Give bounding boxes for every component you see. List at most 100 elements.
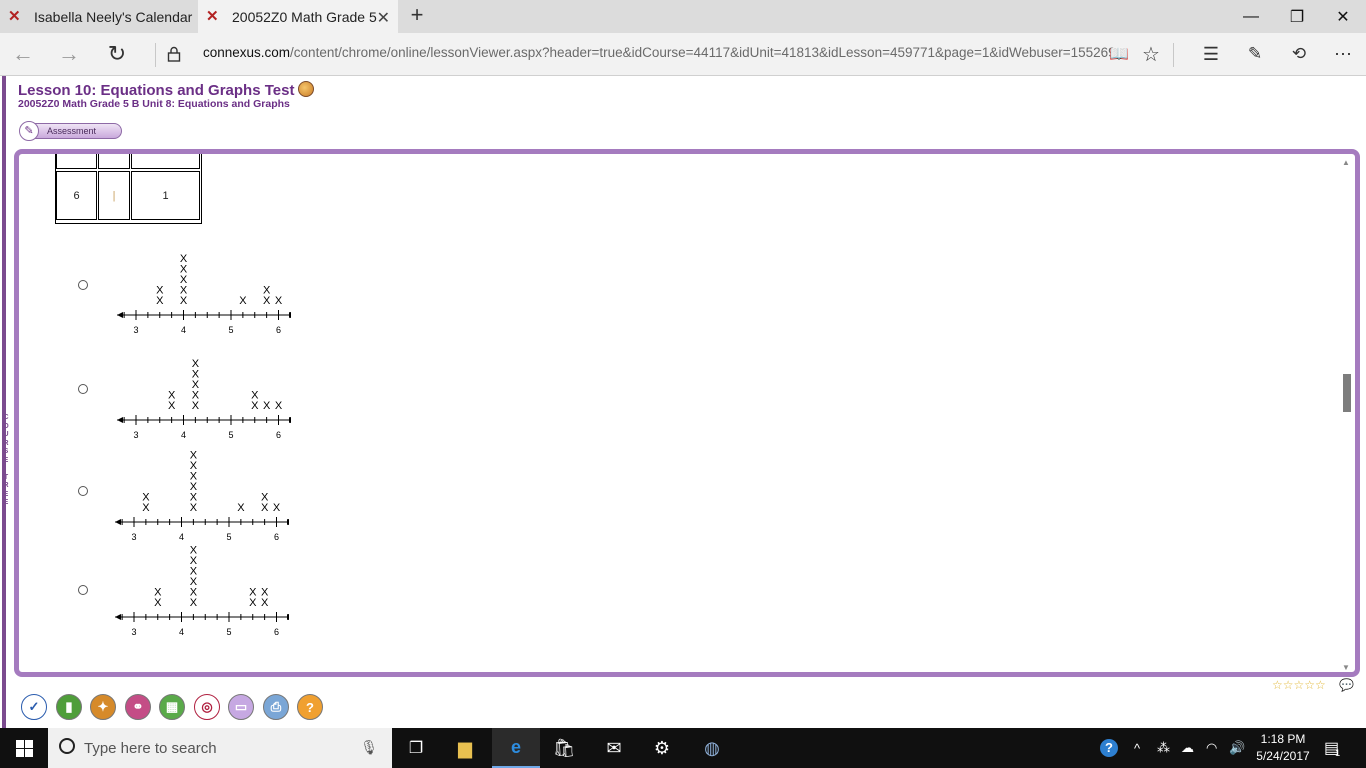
microphone-icon[interactable]: 🎙 [360, 739, 378, 756]
start-icon[interactable] [0, 728, 48, 768]
course-tree-letter: E [3, 490, 9, 498]
divider [1173, 43, 1174, 67]
file-explorer-icon[interactable]: ▆ [441, 728, 489, 768]
x-mark: X [180, 264, 188, 276]
back-icon[interactable]: ← [7, 39, 39, 69]
x-mark: X [156, 285, 164, 297]
x-mark: X [275, 400, 283, 412]
course-tree-letter: T [3, 473, 9, 481]
taskbar-search[interactable]: Type here to search 🎙 [48, 728, 392, 768]
option-d-radio[interactable] [78, 585, 88, 595]
scrollbar-thumb[interactable] [1343, 374, 1351, 412]
x-mark: X [263, 400, 271, 412]
rating-stars[interactable]: ☆☆☆☆☆ [1272, 678, 1326, 692]
tab-calendar[interactable]: ✕ Isabella Neely's Calendar [0, 0, 198, 33]
comment-icon[interactable]: 💬 [1339, 678, 1354, 692]
share-icon[interactable]: ⟲ [1283, 39, 1315, 69]
printer-icon[interactable]: ⎙ [263, 694, 289, 720]
onedrive-icon[interactable]: ☁ [1181, 728, 1194, 768]
x-mark: X [261, 502, 269, 514]
table-cell: | [98, 171, 130, 220]
address-bar: ← → ↻ connexus.com/content/chrome/online… [0, 33, 1366, 76]
task-view-icon[interactable]: ❐ [392, 728, 440, 768]
lock-icon[interactable] [158, 39, 190, 69]
tick-label: 6 [274, 627, 279, 637]
scroll-down-icon[interactable]: ▼ [1342, 663, 1350, 672]
course-tree-strip[interactable]: COURSE TREE [0, 76, 12, 728]
new-tab-icon[interactable]: + [405, 4, 429, 28]
edge-icon[interactable]: e [492, 728, 540, 768]
x-mark: X [192, 369, 200, 381]
store-icon[interactable]: 🛍 [540, 728, 588, 768]
x-mark: X [261, 597, 269, 609]
x-mark: X [273, 502, 281, 514]
x-mark: X [180, 295, 188, 307]
settings-gear-icon[interactable]: ⚙ [638, 728, 686, 768]
reading-view-icon[interactable]: 📖 [1103, 39, 1135, 69]
tick-label: 3 [131, 627, 136, 637]
assessment-label: Assessment [47, 126, 97, 136]
clock-time: 1:18 PM [1260, 732, 1306, 746]
web-note-icon[interactable]: ✎ [1239, 39, 1271, 69]
x-mark: X [190, 450, 198, 462]
window-icon[interactable]: ▭ [228, 694, 254, 720]
chevron-up-icon[interactable]: ^ [1134, 728, 1140, 768]
x-mark: X [190, 545, 198, 557]
action-center-icon[interactable]: ▤ 1 [1324, 728, 1340, 768]
scrollbar[interactable]: ▲ ▼ [1341, 158, 1351, 672]
minimize-icon[interactable]: — [1228, 0, 1274, 33]
tab-math-grade-5[interactable]: ✕ 20052Z0 Math Grade 5 ✕ [198, 0, 398, 33]
tick-label: 6 [274, 532, 279, 542]
close-window-icon[interactable]: ✕ [1320, 0, 1366, 33]
favorite-star-icon[interactable]: ☆ [1135, 39, 1167, 69]
wifi-icon[interactable]: ◠ [1206, 728, 1217, 768]
question-area: 6 | 1 3456XXXXXXXXXXX 3456XXXXXXXXXXX 34… [19, 154, 1355, 672]
option-b-radio[interactable] [78, 384, 88, 394]
url-field[interactable]: connexus.com/content/chrome/online/lesso… [203, 45, 1116, 60]
table-cell [56, 154, 97, 169]
option-a-radio[interactable] [78, 280, 88, 290]
option-d-line-plot: 3 4 5 6XXXXXXXXXXXX [115, 545, 289, 637]
divider [155, 43, 156, 67]
tick-label: 3 [133, 430, 138, 440]
restore-icon[interactable]: ❐ [1274, 0, 1320, 33]
close-tab-icon[interactable]: ✕ [377, 8, 390, 28]
x-mark: X [168, 400, 176, 412]
target-icon[interactable]: ◎ [194, 694, 220, 720]
refresh-icon[interactable]: ↻ [101, 39, 133, 69]
tick-label: 4 [181, 430, 186, 440]
option-c-radio[interactable] [78, 486, 88, 496]
clock-date: 5/24/2017 [1256, 749, 1310, 763]
calculator-icon[interactable]: ▦ [159, 694, 185, 720]
x-mark: X [190, 566, 198, 578]
x-mark: X [192, 379, 200, 391]
assessment-button[interactable]: ✎ Assessment [19, 121, 122, 141]
course-tree-letter: E [3, 499, 9, 506]
help-icon[interactable]: ? [297, 694, 323, 720]
network-drive-icon[interactable]: ⁂ [1157, 728, 1170, 768]
scroll-up-icon[interactable]: ▲ [1342, 158, 1350, 167]
course-tree-letter: C [3, 414, 9, 421]
check-icon[interactable]: ✓ [21, 694, 47, 720]
medal-icon[interactable]: ✦ [90, 694, 116, 720]
link-icon[interactable]: ⚭ [125, 694, 151, 720]
x-mark: X [154, 597, 162, 609]
x-mark: X [142, 502, 150, 514]
forward-icon[interactable]: → [53, 39, 85, 69]
book-icon[interactable]: ▮ [56, 694, 82, 720]
x-mark: X [237, 502, 245, 514]
table-cell [98, 154, 130, 169]
hub-icon[interactable]: ☰ [1195, 39, 1227, 69]
mail-icon[interactable]: ✉ [590, 728, 638, 768]
tick-label: 4 [179, 532, 184, 542]
more-icon[interactable]: ⋯ [1327, 39, 1359, 69]
taskbar-clock[interactable]: 1:18 PM 5/24/2017 [1251, 731, 1315, 765]
help-tray-icon[interactable]: ? [1100, 728, 1118, 768]
x-mark: X [261, 492, 269, 504]
x-mark: X [180, 285, 188, 297]
lesson-title-text: Lesson 10: Equations and Graphs Test [18, 82, 295, 99]
globe-app-icon[interactable]: ◍ [688, 728, 736, 768]
x-mark: X [180, 274, 188, 286]
volume-icon[interactable]: 🔊 [1229, 728, 1245, 768]
tick-label: 4 [181, 325, 186, 335]
